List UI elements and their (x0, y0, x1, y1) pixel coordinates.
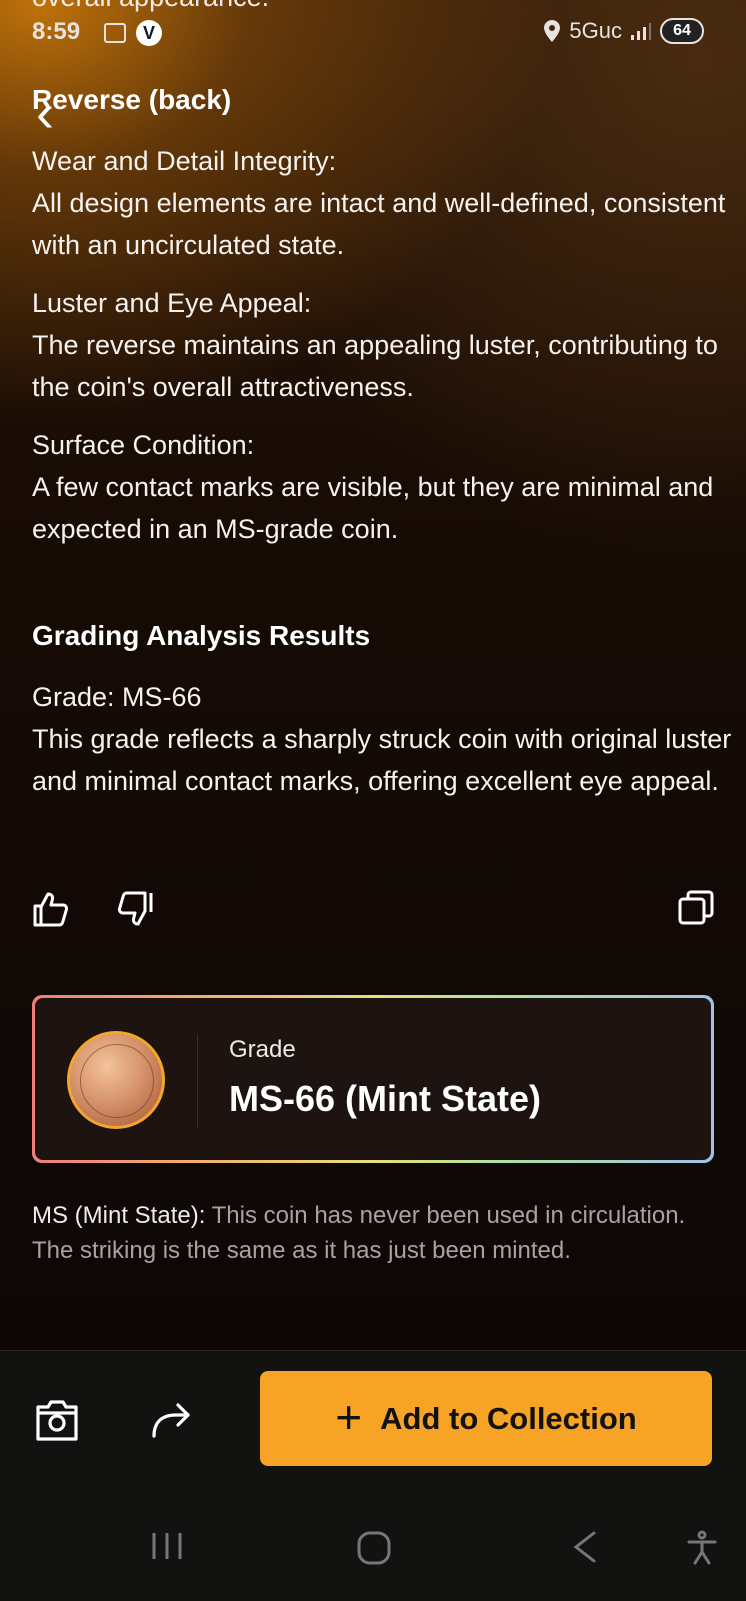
coin-image (67, 1031, 165, 1129)
reverse-item-surface: Surface Condition: A few contact marks a… (32, 424, 732, 550)
recent-apps-icon[interactable] (150, 1530, 184, 1567)
network-label: 5Guc (569, 18, 622, 43)
grade-description: This grade reflects a sharply struck coi… (32, 724, 732, 796)
grade-card-label: Grade (229, 1036, 296, 1063)
screenshot-icon (104, 23, 126, 43)
reverse-section-title: Reverse (back) (32, 84, 232, 115)
status-right-icons: 5Guc 64 (543, 18, 704, 44)
add-to-collection-button[interactable]: + Add to Collection (260, 1371, 712, 1466)
item-text: A few contact marks are visible, but the… (32, 472, 714, 544)
status-time: 8:59 (32, 18, 81, 45)
grade-card-value: MS-66 (Mint State) (229, 1078, 542, 1119)
mint-state-lead: MS (Mint State): (32, 1202, 206, 1229)
grade-card-body: Grade MS-66 (Mint State) (35, 998, 711, 1160)
results-text: Grade: MS-66 This grade reflects a sharp… (32, 676, 732, 802)
camera-icon[interactable] (35, 1398, 79, 1442)
plus-icon: + (335, 1390, 363, 1443)
card-divider (197, 1034, 198, 1128)
item-label: Wear and Detail Integrity: (32, 146, 337, 176)
previous-paragraph-fragment: overall appearance. (32, 0, 269, 13)
reverse-item-luster: Luster and Eye Appeal: The reverse maint… (32, 282, 732, 408)
grade-line: Grade: MS-66 (32, 682, 202, 712)
thumbs-up-icon[interactable] (32, 890, 70, 928)
item-text: The reverse maintains an appealing luste… (32, 330, 718, 402)
accessibility-icon[interactable] (686, 1530, 718, 1571)
mint-state-note: MS (Mint State): This coin has never bee… (32, 1198, 722, 1268)
location-icon (544, 20, 561, 42)
home-icon[interactable] (356, 1530, 392, 1571)
share-icon[interactable] (150, 1400, 192, 1440)
results-section-title: Grading Analysis Results (32, 620, 371, 651)
item-label: Surface Condition: (32, 430, 255, 460)
grade-card[interactable]: Grade MS-66 (Mint State) (32, 995, 714, 1163)
back-nav-icon[interactable] (572, 1530, 598, 1569)
item-text: All design elements are intact and well-… (32, 188, 726, 260)
status-left-icons: V (104, 20, 162, 46)
vpn-app-icon: V (136, 20, 162, 46)
signal-icon (631, 23, 651, 40)
battery-indicator: 64 (660, 18, 704, 44)
reverse-item-wear: Wear and Detail Integrity: All design el… (32, 140, 732, 266)
copy-icon[interactable] (678, 890, 714, 926)
add-to-collection-label: Add to Collection (380, 1400, 637, 1436)
item-label: Luster and Eye Appeal: (32, 288, 312, 318)
thumbs-down-icon[interactable] (116, 890, 154, 928)
